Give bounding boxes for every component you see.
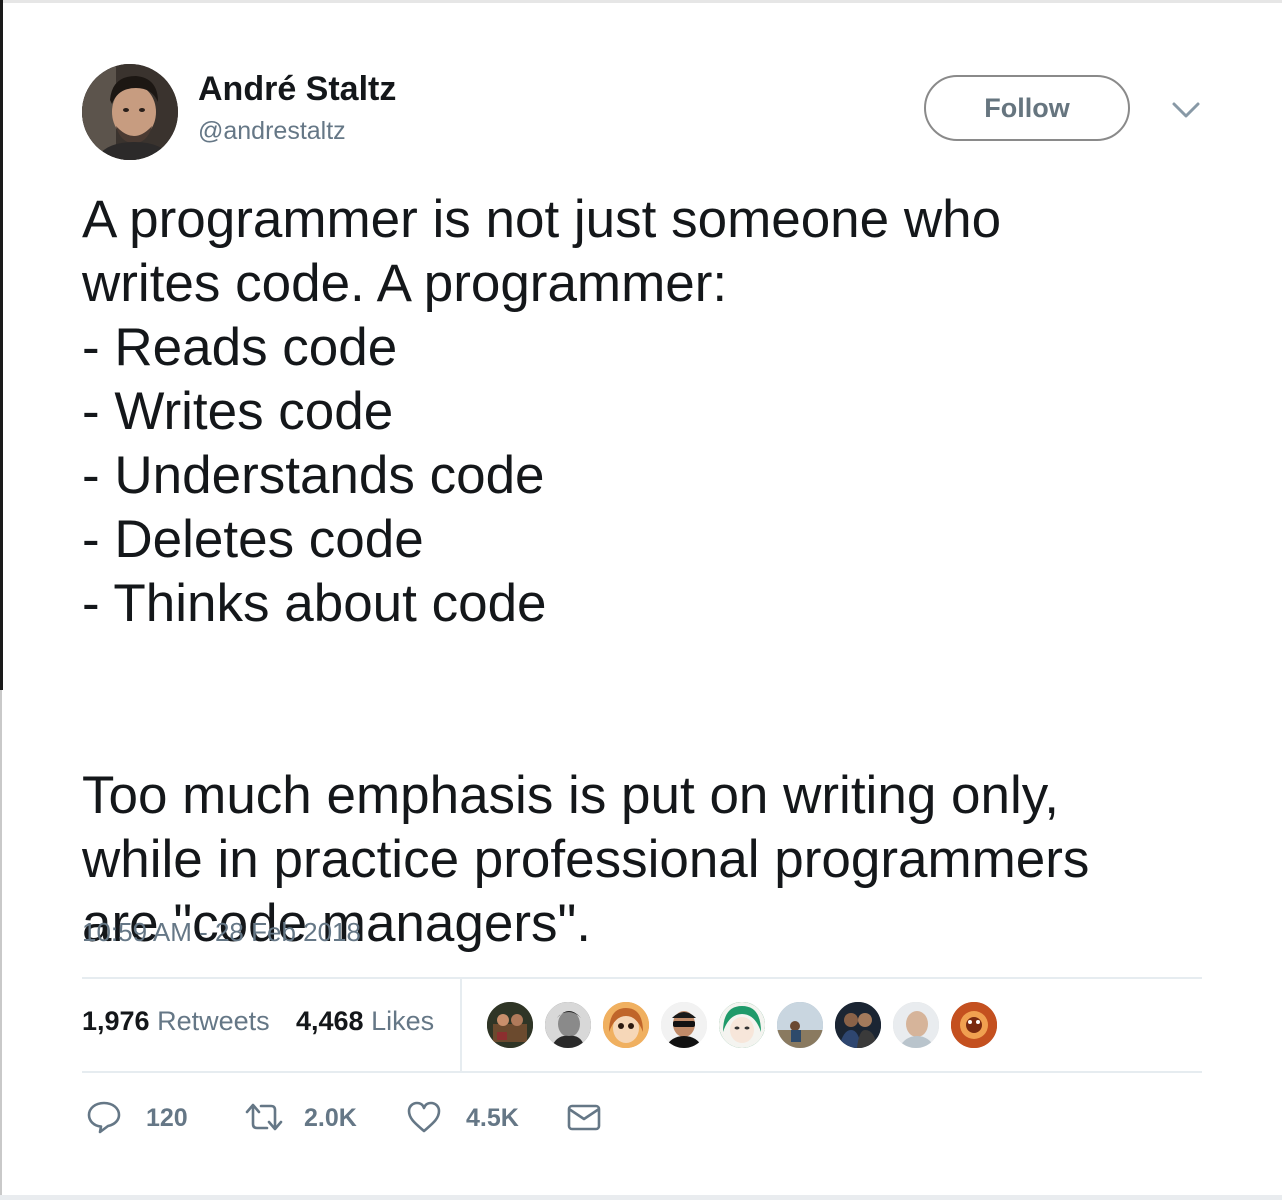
heart-icon: [407, 1101, 441, 1133]
retweets-label: Retweets: [157, 1006, 270, 1036]
chevron-down-icon[interactable]: [1168, 96, 1204, 124]
liker-avatar[interactable]: [601, 1000, 651, 1050]
window-left-edge: [0, 0, 3, 690]
tweet-line: writes code. A programmer:: [82, 254, 728, 313]
tweet-text: A programmer is not just someone who wri…: [82, 188, 1222, 956]
liker-avatar[interactable]: [543, 1000, 593, 1050]
reply-count: 120: [146, 1104, 188, 1132]
tweet-line: - Understands code: [82, 446, 545, 505]
avatar-portrait: [82, 64, 178, 160]
liker-avatar[interactable]: [659, 1000, 709, 1050]
liker-avatar[interactable]: [833, 1000, 883, 1050]
retweets-stat[interactable]: 1,976 Retweets: [82, 1006, 270, 1037]
tweet-line: - Writes code: [82, 382, 394, 441]
liker-avatar[interactable]: [949, 1000, 999, 1050]
stats-bottom-divider: [82, 1071, 1202, 1073]
author-avatar[interactable]: [82, 64, 178, 160]
liker-avatar[interactable]: [775, 1000, 825, 1050]
author-handle[interactable]: @andrestaltz: [198, 117, 346, 146]
tweet-line: - Thinks about code: [82, 574, 547, 633]
window-top-edge: [0, 0, 1282, 3]
window-bottom-edge: [0, 1195, 1282, 1200]
tweet-line: [82, 636, 1222, 764]
liker-avatar[interactable]: [485, 1000, 535, 1050]
reply-icon: [87, 1101, 121, 1134]
retweet-count: 2.0K: [304, 1104, 357, 1132]
likes-label: Likes: [371, 1006, 435, 1036]
tweet-line: while in practice professional programme…: [82, 830, 1090, 889]
tweet-line: A programmer is not just someone who: [82, 190, 1002, 249]
likes-stat[interactable]: 4,468 Likes: [296, 1006, 434, 1037]
likes-count: 4,468: [296, 1006, 364, 1036]
tweet-timestamp[interactable]: 10:59 AM - 28 Feb 2018: [82, 917, 361, 948]
envelope-icon: [567, 1104, 601, 1131]
tweet-line: Too much emphasis is put on writing only…: [82, 766, 1060, 825]
author-name[interactable]: André Staltz: [198, 70, 396, 109]
liker-avatar[interactable]: [891, 1000, 941, 1050]
retweet-icon: [245, 1103, 283, 1131]
stats-top-divider: [82, 977, 1202, 979]
follow-button[interactable]: Follow: [924, 75, 1130, 141]
retweets-count: 1,976: [82, 1006, 150, 1036]
like-count: 4.5K: [466, 1104, 519, 1132]
liker-avatar[interactable]: [717, 1000, 767, 1050]
tweet-line: - Deletes code: [82, 510, 424, 569]
window-left-edge-lower: [0, 690, 2, 1200]
tweet-line: - Reads code: [82, 318, 398, 377]
stats-vertical-divider: [460, 979, 462, 1072]
